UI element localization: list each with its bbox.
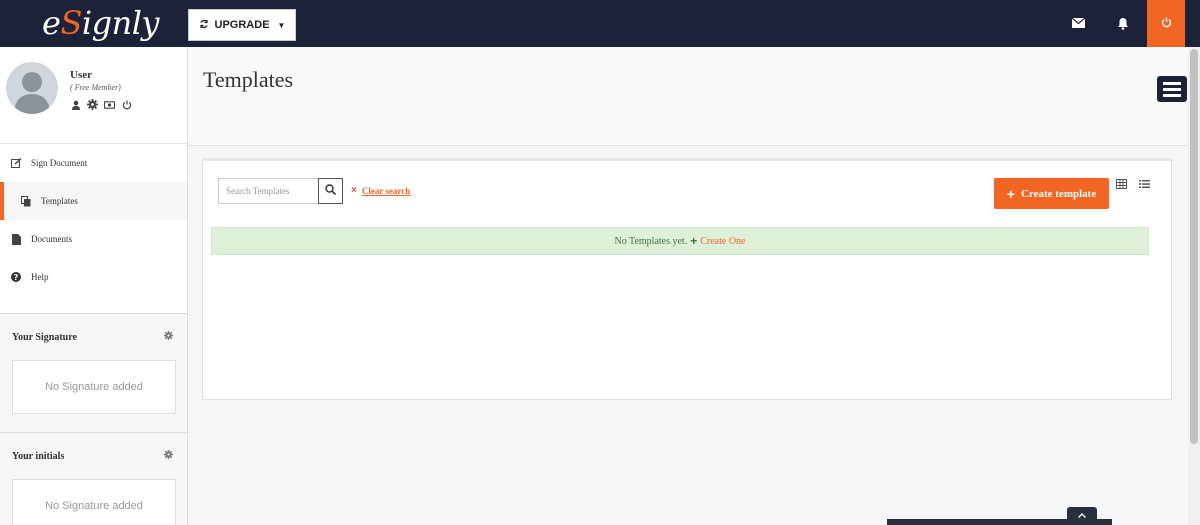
user-name: User	[70, 69, 92, 81]
empty-state-text: No Templates yet.	[614, 235, 688, 247]
initials-box[interactable]: No Signature added	[12, 479, 176, 525]
search-icon	[325, 182, 337, 200]
gear-icon[interactable]	[87, 99, 98, 110]
power-icon[interactable]	[121, 99, 132, 110]
signature-box[interactable]: No Signature added	[12, 360, 176, 414]
top-navbar: eSignly UPGRADE ▼	[0, 0, 1200, 47]
copy-icon	[20, 195, 32, 207]
sidebar-nav: Sign Document Templates Documents ? Help	[0, 144, 187, 296]
power-icon	[1161, 15, 1172, 33]
signature-title: Your Signature	[12, 331, 77, 343]
plus-icon: +	[690, 234, 698, 248]
bell-icon[interactable]	[1114, 14, 1132, 32]
esignly-logo[interactable]: eSignly	[42, 4, 160, 42]
sidebar-item-label: Documents	[31, 234, 72, 244]
initials-title: Your initials	[12, 450, 65, 462]
search-input[interactable]	[218, 178, 318, 204]
grid-view-icon[interactable]	[1115, 178, 1127, 190]
file-icon	[10, 233, 22, 245]
chat-widget-bar[interactable]	[887, 519, 1112, 525]
user-icon[interactable]	[70, 99, 81, 110]
create-template-label: Create template	[1020, 187, 1097, 200]
logout-button[interactable]	[1147, 0, 1185, 47]
envelope-icon[interactable]	[1069, 14, 1087, 32]
gear-icon[interactable]	[164, 450, 173, 462]
page-title: Templates	[203, 67, 294, 92]
user-profile: User ( Free Member)	[0, 47, 187, 144]
sidebar-item-templates[interactable]: Templates	[0, 182, 187, 220]
chevron-down-icon: ▼	[277, 20, 286, 30]
money-icon[interactable]	[104, 99, 115, 110]
edit-icon	[10, 157, 22, 169]
sidebar-item-help[interactable]: ? Help	[0, 258, 187, 296]
sidebar-item-documents[interactable]: Documents	[0, 220, 187, 258]
user-role: ( Free Member)	[70, 83, 121, 92]
clear-search-label: Clear search	[361, 185, 411, 196]
templates-panel: × Clear search + Create template No Temp…	[202, 158, 1172, 400]
search-button[interactable]	[318, 178, 343, 204]
list-view-icon[interactable]	[1138, 178, 1150, 190]
initials-section: Your initials No Signature added	[0, 432, 187, 525]
create-one-link[interactable]: Create One	[700, 236, 745, 247]
sidebar-item-label: Templates	[41, 196, 78, 206]
scrollbar-thumb[interactable]	[1190, 49, 1198, 444]
refresh-icon	[199, 19, 209, 32]
help-icon: ?	[10, 271, 22, 283]
upgrade-label: UPGRADE	[214, 19, 270, 31]
upgrade-button[interactable]: UPGRADE ▼	[188, 9, 296, 41]
page-header: Templates	[188, 47, 1188, 146]
sidebar-item-label: Sign Document	[31, 158, 88, 168]
sidebar-item-label: Help	[31, 272, 49, 282]
hamburger-menu-button[interactable]	[1157, 76, 1187, 102]
search-group	[218, 178, 344, 204]
page-scrollbar[interactable]	[1188, 47, 1200, 525]
sidebar: User ( Free Member) Sign Document Templa…	[0, 47, 188, 525]
clear-search-link[interactable]: × Clear search	[351, 185, 410, 196]
svg-text:?: ?	[14, 273, 19, 282]
close-icon: ×	[351, 185, 357, 196]
empty-state-message: No Templates yet. + Create One	[211, 227, 1149, 255]
sidebar-item-sign-document[interactable]: Sign Document	[0, 144, 187, 182]
create-template-button[interactable]: + Create template	[994, 178, 1109, 209]
plus-icon: +	[1006, 185, 1015, 202]
signature-section: Your Signature No Signature added	[0, 313, 187, 432]
profile-actions	[70, 99, 132, 110]
gear-icon[interactable]	[164, 331, 173, 343]
avatar[interactable]	[6, 62, 58, 114]
